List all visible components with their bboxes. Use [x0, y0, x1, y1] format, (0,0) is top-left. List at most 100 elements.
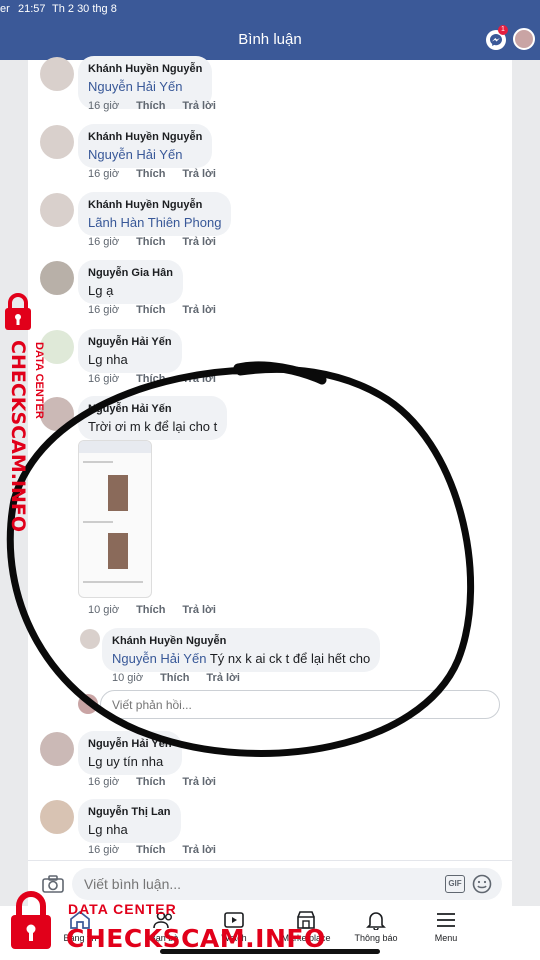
nav-label: Thông báo [354, 933, 398, 943]
reply-button[interactable]: Trả lời [182, 776, 216, 788]
attachment-line [83, 581, 143, 583]
watermark-vertical-small: DATA CENTER [33, 342, 45, 419]
menu-icon [437, 913, 455, 927]
avatar[interactable] [40, 193, 74, 227]
carrier-label: er [0, 3, 10, 15]
comment-actions: 16 giờ Thích Trả lời [88, 304, 233, 316]
gif-icon[interactable]: GIF [445, 875, 465, 893]
comment-time: 16 giờ [88, 304, 120, 316]
comment-text: Lg nha [88, 352, 128, 367]
attachment-header [79, 441, 151, 453]
attachment-photo [108, 533, 128, 569]
comment-time: 16 giờ [88, 100, 120, 112]
emoji-icon[interactable] [472, 874, 492, 894]
like-button[interactable]: Thích [136, 100, 165, 112]
comment-input[interactable] [84, 876, 424, 892]
comment-actions: 10 giờ Thích Trả lời [88, 604, 233, 616]
reply-button[interactable]: Trả lời [182, 168, 216, 180]
like-button[interactable]: Thích [136, 604, 165, 616]
comment-actions: 16 giờ Thích Trả lời [88, 776, 233, 788]
avatar[interactable] [80, 629, 100, 649]
comment-bubble: Khánh Huyền Nguyễn Nguyễn Hải Yến [78, 124, 213, 168]
lock-icon [5, 293, 31, 330]
comment-author[interactable]: Khánh Huyền Nguyễn [112, 635, 370, 647]
mention-link[interactable]: Nguyễn Hải Yến [88, 147, 182, 162]
comment-text: Lg ạ [88, 283, 114, 298]
avatar [78, 694, 98, 714]
avatar[interactable] [40, 800, 74, 834]
comment-time: 16 giờ [88, 373, 120, 385]
like-button[interactable]: Thích [136, 776, 165, 788]
comment-actions: 16 giờ Thích Trả lời [88, 373, 233, 385]
avatar[interactable] [40, 57, 74, 91]
attachment-line [83, 461, 113, 463]
like-button[interactable]: Thích [136, 304, 165, 316]
comment-author[interactable]: Nguyễn Thị Lan [88, 806, 171, 818]
comment-time: 16 giờ [88, 776, 120, 788]
notification-badge: 1 [498, 25, 508, 35]
comment-actions: 16 giờ Thích Trả lời [88, 236, 233, 248]
comment-actions: 16 giờ Thích Trả lời [88, 168, 233, 180]
comment-bubble: Khánh Huyền Nguyễn Lãnh Hàn Thiên Phong [78, 192, 232, 236]
reply-button[interactable]: Trả lời [182, 236, 216, 248]
mention-link[interactable]: Nguyễn Hải Yến [112, 651, 206, 666]
page-title: Bình luận [238, 31, 302, 48]
comment-author[interactable]: Khánh Huyền Nguyễn [88, 131, 202, 143]
comment-text: Lg nha [88, 822, 128, 837]
mention-link[interactable]: Nguyễn Hải Yến [88, 79, 182, 94]
reply-button[interactable]: Trả lời [182, 304, 216, 316]
attachment-photo [108, 475, 128, 511]
reply-button[interactable]: Trả lời [182, 100, 216, 112]
comment-field[interactable]: GIF [72, 868, 502, 900]
comment-author[interactable]: Khánh Huyền Nguyễn [88, 63, 202, 75]
watermark-vertical: CHECKSCAM.INFO DATA CENTER [8, 340, 45, 532]
reply-button[interactable]: Trả lời [182, 604, 216, 616]
app-header: Bình luận 1 [0, 20, 540, 60]
like-button[interactable]: Thích [136, 236, 165, 248]
attachment-line [83, 521, 113, 523]
profile-avatar[interactable] [513, 28, 535, 50]
comment-author[interactable]: Nguyễn Gia Hân [88, 267, 173, 279]
comment-author[interactable]: Nguyễn Hải Yến [88, 738, 172, 750]
watermark-vertical-big: CHECKSCAM.INFO [8, 340, 29, 532]
comment-time: 10 giờ [88, 604, 120, 616]
status-date: Th 2 30 thg 8 [52, 3, 117, 15]
home-indicator [160, 949, 380, 954]
like-button[interactable]: Thích [160, 672, 189, 684]
comment-bubble: Nguyễn Gia Hân Lg ạ [78, 260, 183, 304]
reply-input[interactable] [112, 698, 482, 712]
messenger-icon [490, 34, 502, 46]
avatar[interactable] [40, 261, 74, 295]
comment-text: Trời ơi m k để lại cho t [88, 419, 218, 434]
like-button[interactable]: Thích [136, 373, 165, 385]
like-button[interactable]: Thích [136, 844, 165, 856]
comment-bubble: Nguyễn Hải Yến Lg uy tín nha [78, 731, 182, 775]
comment-time: 16 giờ [88, 844, 120, 856]
reply-field[interactable] [100, 690, 500, 719]
comment-actions: 16 giờ Thích Trả lời [88, 100, 233, 112]
comment-composer: GIF [28, 860, 512, 906]
comment-author[interactable]: Nguyễn Hải Yến [88, 403, 217, 415]
lock-icon [11, 891, 51, 949]
reply-button[interactable]: Trả lời [206, 672, 240, 684]
comment-author[interactable]: Nguyễn Hải Yến [88, 336, 172, 348]
bell-icon [366, 912, 386, 930]
like-button[interactable]: Thích [136, 168, 165, 180]
reply-button[interactable]: Trả lời [182, 373, 216, 385]
screenshot-attachment[interactable] [78, 440, 152, 598]
comment-author[interactable]: Khánh Huyền Nguyễn [88, 199, 221, 211]
status-bar: er 21:57 Th 2 30 thg 8 [0, 0, 540, 20]
comment-time: 16 giờ [88, 168, 120, 180]
reply-button[interactable]: Trả lời [182, 844, 216, 856]
avatar[interactable] [40, 125, 74, 159]
comment-text: Tý nx k ai ck t để lại hết cho [206, 651, 371, 666]
comment-time: 10 giờ [112, 672, 144, 684]
mention-link[interactable]: Lãnh Hàn Thiên Phong [88, 215, 221, 230]
avatar[interactable] [40, 732, 74, 766]
status-time: 21:57 [18, 3, 46, 15]
watermark-top-line: DATA CENTER [68, 901, 177, 917]
nav-label: Menu [434, 933, 458, 943]
comment-bubble: Nguyễn Thị Lan Lg nha [78, 799, 181, 843]
nav-item-menu[interactable]: Menu [406, 906, 486, 960]
comment-bubble: Nguyễn Hải Yến Lg nha [78, 329, 182, 373]
